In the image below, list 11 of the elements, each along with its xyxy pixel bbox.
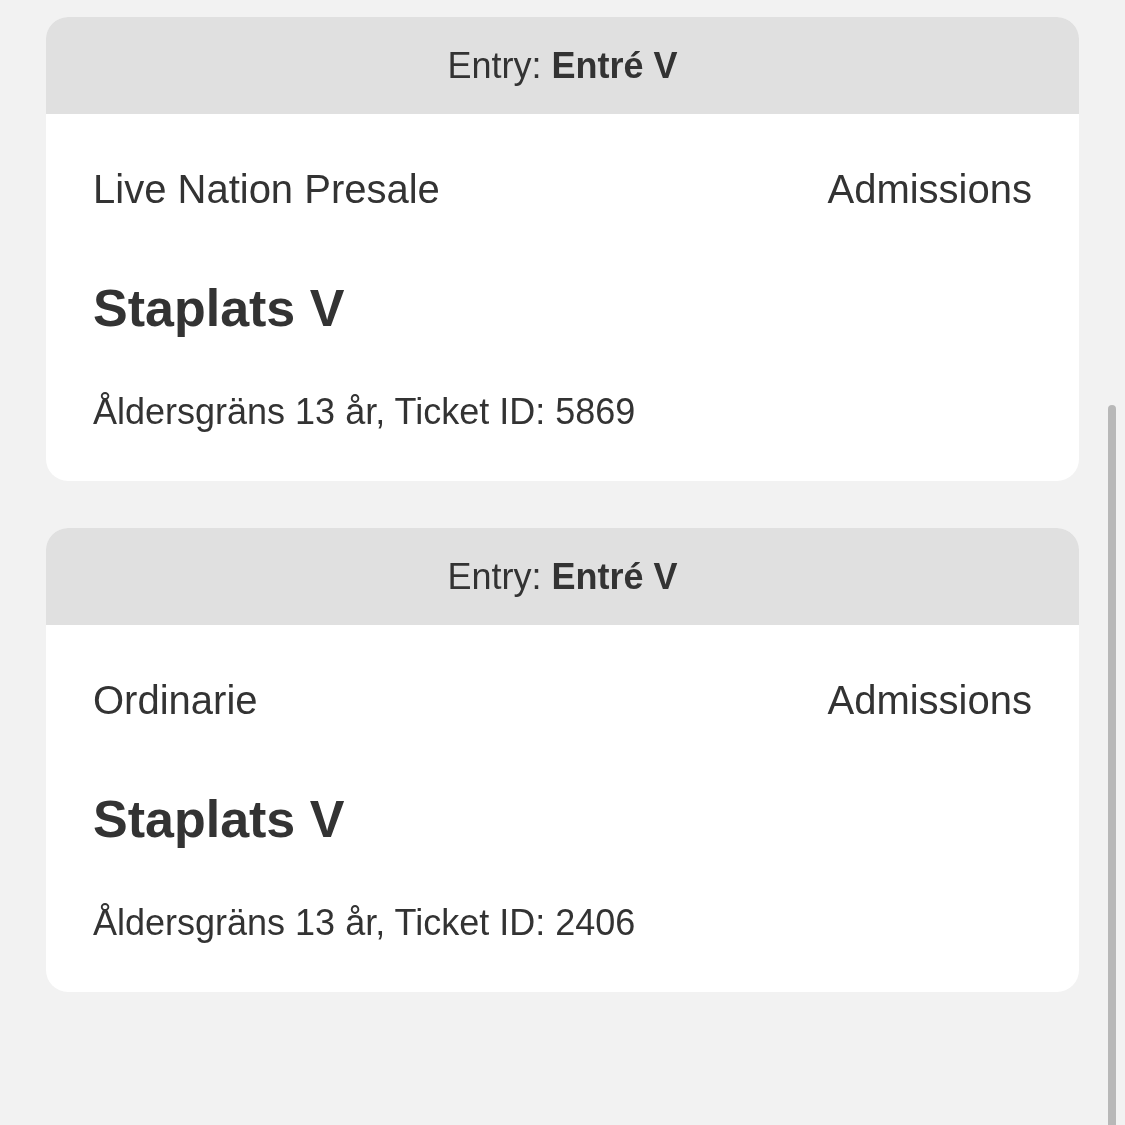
ticket-details: Åldersgräns 13 år, Ticket ID: 2406 — [93, 901, 637, 945]
ticket-title: Staplats V — [93, 280, 346, 336]
ticket-type: Admissions — [827, 677, 1032, 724]
ticket-details: Åldersgräns 13 år, Ticket ID: 5869 — [93, 390, 637, 434]
entry-label: Entry: Entré V — [447, 554, 678, 599]
scrollbar[interactable] — [1108, 405, 1116, 1125]
ticket-category: Live Nation Presale — [93, 166, 440, 213]
ticket-type: Admissions — [827, 166, 1032, 213]
entry-label: Entry: Entré V — [447, 43, 678, 88]
ticket-category: Ordinarie — [93, 677, 258, 724]
ticket-title: Staplats V — [93, 791, 346, 847]
